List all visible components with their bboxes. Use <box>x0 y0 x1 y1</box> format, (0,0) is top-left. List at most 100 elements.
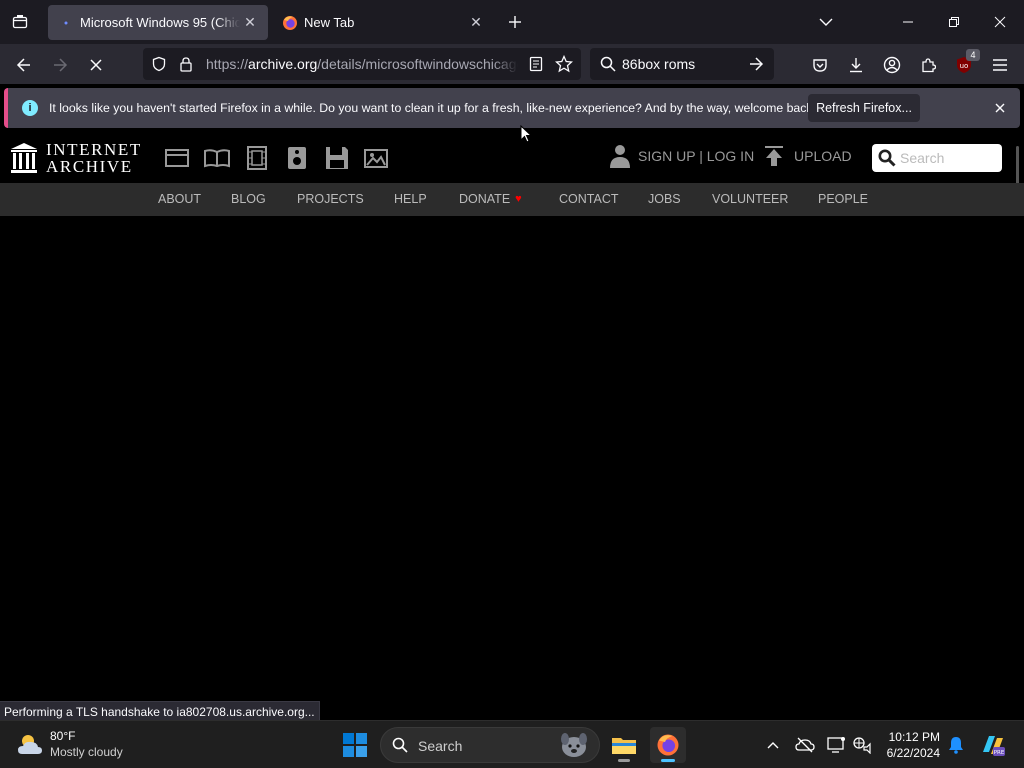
user-icon <box>610 145 630 168</box>
running-indicator <box>618 759 630 762</box>
nav-about[interactable]: ABOUT <box>158 192 201 206</box>
list-all-tabs-button[interactable] <box>8 10 32 34</box>
close-tab-icon[interactable]: ✕ <box>242 14 258 30</box>
nav-donate[interactable]: DONATE ♥ <box>459 192 522 206</box>
clock-time: 10:12 PM <box>888 730 940 744</box>
stop-loading-button[interactable] <box>82 51 110 79</box>
nav-contact[interactable]: CONTACT <box>559 192 619 206</box>
nav-people[interactable]: PEOPLE <box>818 192 868 206</box>
taskbar-search-label: Search <box>418 738 463 754</box>
file-explorer-taskbar-button[interactable] <box>606 727 642 763</box>
images-icon[interactable] <box>364 145 390 171</box>
taskbar-search[interactable]: Search <box>380 727 600 763</box>
lock-icon[interactable] <box>179 56 193 77</box>
close-window-button[interactable] <box>986 8 1014 36</box>
bookmark-star-icon[interactable] <box>554 54 574 78</box>
display-icon[interactable] <box>827 735 847 755</box>
restore-button[interactable] <box>940 8 968 36</box>
tab-title: New Tab <box>304 15 355 30</box>
logo-line-2: ARCHIVE <box>46 157 133 176</box>
close-tab-icon[interactable]: ✕ <box>468 14 484 30</box>
mouse-cursor-icon <box>520 125 532 143</box>
cloudy-weather-icon <box>18 735 42 754</box>
ublock-origin-button[interactable]: uo 4 <box>950 49 980 79</box>
tab-new-tab[interactable]: New Tab ✕ <box>272 5 494 40</box>
nav-jobs[interactable]: JOBS <box>648 192 681 206</box>
upload-button[interactable]: UPLOAD <box>764 145 852 167</box>
weather-description: Mostly cloudy <box>50 745 123 759</box>
weather-widget[interactable]: 80°F Mostly cloudy <box>16 728 123 760</box>
video-icon[interactable] <box>244 145 270 171</box>
notification-bell-icon[interactable] <box>946 735 966 755</box>
account-button[interactable] <box>878 51 906 79</box>
windows-logo-icon <box>343 733 367 757</box>
account-icon <box>883 56 901 74</box>
nav-donate-label: DONATE <box>459 192 511 206</box>
downloads-button[interactable] <box>842 51 870 79</box>
web-icon[interactable] <box>164 145 190 171</box>
nav-volunteer[interactable]: VOLUNTEER <box>712 192 788 206</box>
nav-blog[interactable]: BLOG <box>231 192 266 206</box>
search-bar[interactable]: 86box roms <box>590 48 774 80</box>
menu-button[interactable] <box>986 51 1014 79</box>
page-favicon-icon <box>58 15 74 31</box>
heart-icon: ♥ <box>515 193 522 205</box>
copilot-icon[interactable]: PRE <box>980 732 1006 758</box>
restore-icon <box>949 17 959 27</box>
system-clock[interactable]: 10:12 PM 6/22/2024 <box>878 729 940 761</box>
tracking-protection-shield-icon[interactable] <box>151 56 167 77</box>
arrow-left-icon <box>16 58 30 72</box>
search-placeholder: Search <box>900 150 945 166</box>
internet-archive-logo[interactable]: INTERNET ARCHIVE <box>10 141 142 175</box>
onedrive-offline-icon[interactable] <box>795 735 815 755</box>
info-icon: i <box>22 100 38 116</box>
extensions-button[interactable] <box>914 51 942 79</box>
search-query[interactable]: 86box roms <box>622 56 695 72</box>
nav-projects[interactable]: PROJECTS <box>297 192 364 206</box>
texts-icon[interactable] <box>204 145 230 171</box>
archive-header: INTERNET ARCHIVE SIGN UP | LOG IN UPLOAD… <box>0 132 1024 186</box>
nav-help[interactable]: HELP <box>394 192 427 206</box>
page-content: INTERNET ARCHIVE SIGN UP | LOG IN UPLOAD… <box>0 132 1024 703</box>
navigation-toolbar: https://archive.org/details/microsoftwin… <box>0 44 1024 84</box>
software-icon[interactable] <box>324 145 350 171</box>
start-button[interactable] <box>343 733 367 757</box>
status-panel: Performing a TLS handshake to ia802708.u… <box>0 701 320 721</box>
go-arrow-icon[interactable] <box>748 56 764 77</box>
tabs-list-icon <box>12 15 28 29</box>
new-tab-button[interactable] <box>503 10 527 34</box>
logo-line-1: INTERNET <box>46 140 142 159</box>
user-menu[interactable]: SIGN UP | LOG IN <box>610 144 754 168</box>
back-button[interactable] <box>10 51 38 79</box>
firefox-taskbar-button[interactable] <box>650 727 686 763</box>
network-sound-icon[interactable] <box>852 735 872 755</box>
minimize-icon <box>903 21 913 23</box>
forward-button[interactable] <box>46 51 74 79</box>
page-scrollbar[interactable] <box>1016 146 1019 186</box>
pocket-button[interactable] <box>806 51 834 79</box>
refresh-firefox-button[interactable]: Refresh Firefox... <box>808 94 920 122</box>
audio-icon[interactable] <box>284 145 310 171</box>
tab-overflow-button[interactable] <box>812 8 840 36</box>
show-hidden-icons-button[interactable] <box>763 735 783 755</box>
close-icon <box>994 16 1006 28</box>
stop-icon <box>90 59 102 71</box>
minimize-button[interactable] <box>894 8 922 36</box>
url-text[interactable]: https://archive.org/details/microsoftwin… <box>206 56 518 72</box>
hamburger-menu-icon <box>993 59 1007 71</box>
windows-taskbar: 80°F Mostly cloudy Search 10:12 PM 6/22/… <box>0 720 1024 768</box>
svg-text:uo: uo <box>960 62 969 70</box>
close-icon <box>995 103 1005 113</box>
archive-search-input[interactable]: Search <box>872 144 1002 172</box>
url-prefix: https:// <box>206 56 249 72</box>
sign-up-log-in-link[interactable]: SIGN UP | LOG IN <box>638 148 754 164</box>
archive-temple-icon <box>11 143 37 173</box>
close-notification-button[interactable] <box>990 98 1010 118</box>
reader-view-icon[interactable] <box>529 56 543 77</box>
tab-strip: Microsoft Windows 95 (Chicago ✕ New Tab … <box>0 0 1024 44</box>
url-path: /details/microsoftwindowschicago <box>317 56 518 72</box>
search-icon <box>878 149 896 172</box>
tab-microsoft-windows-95[interactable]: Microsoft Windows 95 (Chicago ✕ <box>48 5 268 40</box>
address-bar[interactable]: https://archive.org/details/microsoftwin… <box>143 48 581 80</box>
download-icon <box>850 58 862 73</box>
